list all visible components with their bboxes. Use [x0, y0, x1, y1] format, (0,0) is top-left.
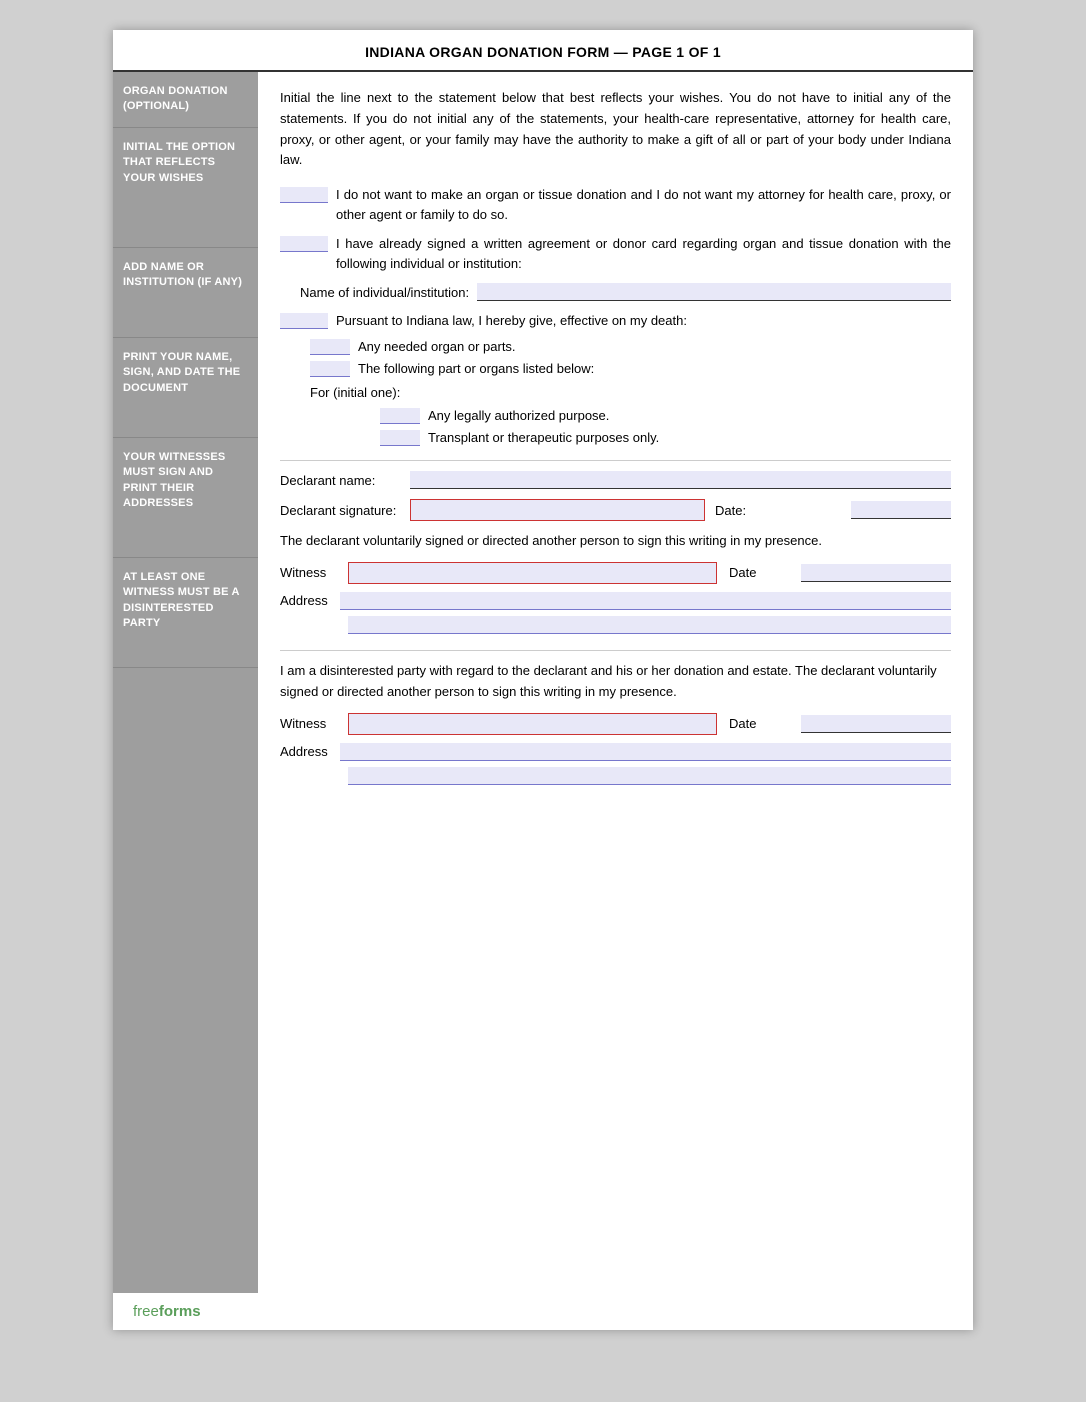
sub-option-2-text: The following part or organs listed belo…: [358, 361, 594, 376]
declarant-sig-row: Declarant signature: Date:: [280, 499, 951, 521]
sub-option-1-text: Any needed organ or parts.: [358, 339, 516, 354]
witness-2-row: Witness Date: [280, 713, 951, 735]
purpose-2-text: Transplant or therapeutic purposes only.: [428, 430, 659, 445]
declarant-sig-label: Declarant signature:: [280, 503, 410, 518]
brand-forms: forms: [159, 1303, 201, 1320]
purpose-1-text: Any legally authorized purpose.: [428, 408, 609, 423]
sidebar-section-1: ORGAN DONATION (OPTIONAL): [113, 72, 258, 128]
initial-line-sub1: [310, 339, 350, 355]
address-1-input[interactable]: [340, 592, 951, 610]
initial-line-2: [280, 236, 328, 252]
witness-section-1: The declarant voluntarily signed or dire…: [280, 531, 951, 634]
address-2-cont-input[interactable]: [348, 767, 951, 785]
option-3-text: Pursuant to Indiana law, I hereby give, …: [336, 313, 687, 328]
witness-1-row: Witness Date: [280, 562, 951, 584]
sidebar-section-4: PRINT YOUR NAME, SIGN, AND DATE THE DOCU…: [113, 338, 258, 438]
sidebar-section-3: ADD NAME OR INSTITUTION (IF ANY): [113, 248, 258, 338]
institution-label: Name of individual/institution:: [300, 285, 469, 300]
sidebar-section-6: AT LEAST ONE WITNESS MUST BE A DISINTERE…: [113, 558, 258, 668]
sub-options: Any needed organ or parts. The following…: [310, 337, 951, 377]
page-title: INDIANA ORGAN DONATION FORM — PAGE 1 OF …: [113, 30, 973, 72]
address-1-label: Address: [280, 593, 340, 608]
witness-2-label: Witness: [280, 716, 340, 731]
address-1-cont-wrapper: [348, 616, 951, 634]
date-2-label: Date: [729, 565, 789, 580]
witness-2-input[interactable]: [348, 713, 717, 735]
give-block: Pursuant to Indiana law, I hereby give, …: [280, 311, 951, 329]
initial-line-p2: [380, 430, 420, 446]
option-1-text: I do not want to make an organ or tissue…: [336, 185, 951, 224]
sidebar-spacer: [113, 668, 258, 1293]
page-wrapper: INDIANA ORGAN DONATION FORM — PAGE 1 OF …: [113, 30, 973, 1330]
witness-intro-text: The declarant voluntarily signed or dire…: [280, 531, 951, 552]
content-area: ORGAN DONATION (OPTIONAL) INITIAL THE OP…: [113, 72, 973, 1293]
sidebar-section-2: INITIAL THE OPTION THAT REFLECTS YOUR WI…: [113, 128, 258, 248]
declarant-section: Declarant name: Declarant signature: Dat…: [280, 460, 951, 521]
witness-2-date-input[interactable]: [801, 715, 951, 733]
declarant-name-label: Declarant name:: [280, 473, 410, 488]
initial-line-p1: [380, 408, 420, 424]
main-content: Initial the line next to the statement b…: [258, 72, 973, 1293]
institution-input[interactable]: [477, 283, 951, 301]
option-1-block: I do not want to make an organ or tissue…: [280, 185, 951, 224]
initial-line-1: [280, 187, 328, 203]
purpose-2-line: Transplant or therapeutic purposes only.: [380, 428, 951, 446]
option-2-line: I have already signed a written agreemen…: [280, 234, 951, 273]
footer: freeforms: [113, 1293, 973, 1330]
address-1-cont-input[interactable]: [348, 616, 951, 634]
option-1-line: I do not want to make an organ or tissue…: [280, 185, 951, 224]
disinterested-section: I am a disinterested party with regard t…: [280, 650, 951, 785]
address-2-label: Address: [280, 744, 340, 759]
initial-line-sub2: [310, 361, 350, 377]
witness-1-label: Witness: [280, 565, 340, 580]
initial-line-3: [280, 313, 328, 329]
declarant-sig-input[interactable]: [410, 499, 705, 521]
purpose-1-line: Any legally authorized purpose.: [380, 406, 951, 424]
address-1-row: Address: [280, 592, 951, 610]
address-2-cont-wrapper: [348, 767, 951, 785]
sub-option-1-line: Any needed organ or parts.: [310, 337, 951, 355]
address-2-row: Address: [280, 743, 951, 761]
brand-logo: freeforms: [133, 1303, 201, 1320]
option-2-block: I have already signed a written agreemen…: [280, 234, 951, 273]
witness-1-input[interactable]: [348, 562, 717, 584]
option-2-text: I have already signed a written agreemen…: [336, 234, 951, 273]
purpose-options: Any legally authorized purpose. Transpla…: [380, 406, 951, 446]
institution-line: Name of individual/institution:: [300, 283, 951, 301]
declarant-name-input[interactable]: [410, 471, 951, 489]
date-label: Date:: [715, 503, 845, 518]
brand-free: free: [133, 1303, 159, 1320]
sidebar-section-5: YOUR WITNESSES MUST SIGN AND PRINT THEIR…: [113, 438, 258, 558]
sidebar: ORGAN DONATION (OPTIONAL) INITIAL THE OP…: [113, 72, 258, 1293]
intro-paragraph: Initial the line next to the statement b…: [280, 88, 951, 171]
witness-1-date-input[interactable]: [801, 564, 951, 582]
disinterested-intro-text: I am a disinterested party with regard t…: [280, 661, 951, 703]
date-3-label: Date: [729, 716, 789, 731]
sub-option-2-line: The following part or organs listed belo…: [310, 359, 951, 377]
address-2-input[interactable]: [340, 743, 951, 761]
declarant-date-input[interactable]: [851, 501, 951, 519]
give-line: Pursuant to Indiana law, I hereby give, …: [280, 311, 951, 329]
declarant-name-row: Declarant name:: [280, 471, 951, 489]
for-initial-label: For (initial one):: [310, 385, 951, 400]
